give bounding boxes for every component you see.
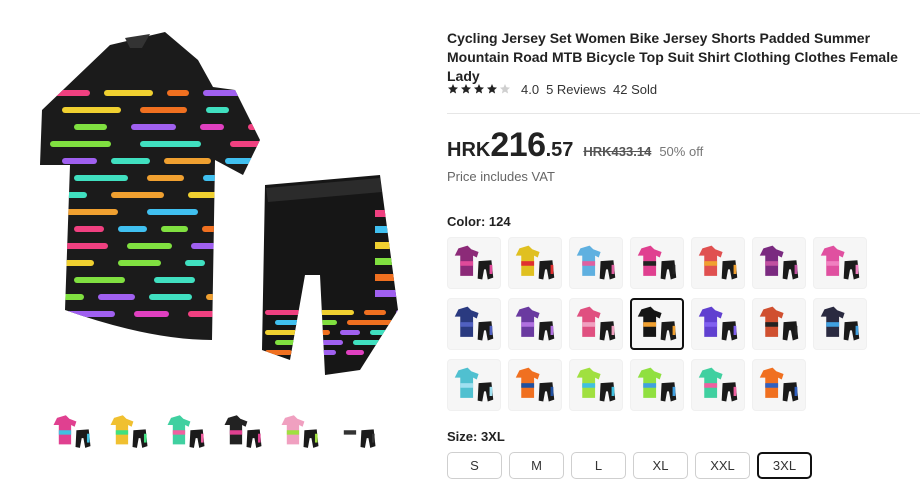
sold-count: 42 Sold bbox=[613, 81, 658, 97]
color-swatch[interactable] bbox=[630, 298, 684, 350]
price-row: HRK 216 .57 HRK433.14 50% off bbox=[447, 126, 703, 166]
kit-image bbox=[698, 245, 738, 280]
size-option-button[interactable]: XXL bbox=[695, 452, 750, 479]
kit-image bbox=[515, 245, 555, 280]
kit-image bbox=[759, 306, 799, 341]
gallery-thumbnail[interactable] bbox=[221, 410, 265, 454]
size-option-button[interactable]: 3XL bbox=[757, 452, 812, 479]
kit-image bbox=[759, 245, 799, 280]
price-currency: HRK bbox=[447, 139, 491, 161]
reviews-link[interactable]: 5 Reviews bbox=[546, 82, 606, 97]
color-swatch[interactable] bbox=[752, 298, 806, 350]
rating-row: 4.0 5 Reviews 42 Sold bbox=[447, 80, 664, 98]
kit-image bbox=[698, 367, 738, 402]
kit-image bbox=[820, 245, 860, 280]
kit-image bbox=[637, 367, 677, 402]
size-label: Size: 3XL bbox=[447, 429, 505, 444]
product-title: Cycling Jersey Set Women Bike Jersey Sho… bbox=[447, 30, 898, 84]
kit-image bbox=[454, 306, 494, 341]
kit-image bbox=[515, 367, 555, 402]
product-main-image bbox=[30, 20, 420, 400]
kit-image bbox=[454, 245, 494, 280]
color-swatch[interactable] bbox=[630, 237, 684, 289]
kit-image bbox=[820, 306, 860, 341]
color-swatch[interactable] bbox=[447, 298, 501, 350]
kit-image bbox=[698, 306, 738, 341]
kit-image bbox=[759, 367, 799, 402]
thumbnail-gallery bbox=[50, 410, 390, 456]
size-option-button[interactable]: S bbox=[447, 452, 502, 479]
original-price: HRK433.14 bbox=[583, 144, 652, 159]
gallery-thumbnail[interactable] bbox=[335, 410, 379, 454]
star-rating bbox=[447, 83, 511, 95]
star-icon bbox=[487, 84, 497, 94]
thumbnail-image bbox=[338, 415, 376, 448]
discount-badge: 50% off bbox=[659, 144, 704, 159]
color-swatch[interactable] bbox=[569, 298, 623, 350]
star-icon bbox=[461, 84, 471, 94]
color-swatch[interactable] bbox=[691, 359, 745, 411]
thumbnail-image bbox=[167, 415, 205, 448]
color-label: Color: 124 bbox=[447, 214, 511, 229]
size-option-button[interactable]: L bbox=[571, 452, 626, 479]
size-option-button[interactable]: M bbox=[509, 452, 564, 479]
color-swatch[interactable] bbox=[508, 237, 562, 289]
gallery-thumbnail[interactable] bbox=[50, 410, 94, 454]
divider bbox=[447, 113, 920, 114]
color-swatch[interactable] bbox=[569, 237, 623, 289]
color-swatch[interactable] bbox=[813, 237, 867, 289]
size-option-button[interactable]: XL bbox=[633, 452, 688, 479]
color-swatch[interactable] bbox=[508, 359, 562, 411]
star-icon bbox=[448, 84, 458, 94]
gallery-thumbnail[interactable] bbox=[107, 410, 151, 454]
vat-note: Price includes VAT bbox=[447, 169, 555, 184]
kit-image bbox=[637, 306, 677, 341]
price-integer: 216 bbox=[490, 126, 546, 164]
color-swatch[interactable] bbox=[691, 237, 745, 289]
gallery-thumbnail[interactable] bbox=[278, 410, 322, 454]
kit-image bbox=[454, 367, 494, 402]
star-icon bbox=[474, 84, 484, 94]
color-swatch[interactable] bbox=[447, 359, 501, 411]
thumbnail-image bbox=[224, 415, 262, 448]
color-swatch[interactable] bbox=[508, 298, 562, 350]
kit-image bbox=[576, 306, 616, 341]
color-swatch[interactable] bbox=[691, 298, 745, 350]
color-swatch[interactable] bbox=[813, 298, 867, 350]
kit-image bbox=[637, 245, 677, 280]
product-info: Cycling Jersey Set Women Bike Jersey Sho… bbox=[447, 0, 920, 502]
color-swatches bbox=[447, 237, 877, 411]
thumbnail-image bbox=[110, 415, 148, 448]
color-swatch[interactable] bbox=[752, 359, 806, 411]
color-swatch[interactable] bbox=[752, 237, 806, 289]
gallery-thumbnail[interactable] bbox=[164, 410, 208, 454]
rating-value: 4.0 bbox=[521, 81, 540, 97]
star-icon bbox=[500, 84, 510, 94]
thumbnail-image bbox=[53, 415, 91, 448]
price-decimal: .57 bbox=[545, 139, 574, 161]
size-options: S M L XL XXL 3XL bbox=[447, 452, 812, 479]
thumbnail-image bbox=[281, 415, 319, 448]
kit-image bbox=[576, 367, 616, 402]
color-swatch[interactable] bbox=[630, 359, 684, 411]
kit-image bbox=[576, 245, 616, 280]
color-swatch[interactable] bbox=[569, 359, 623, 411]
kit-image bbox=[515, 306, 555, 341]
color-swatch[interactable] bbox=[447, 237, 501, 289]
